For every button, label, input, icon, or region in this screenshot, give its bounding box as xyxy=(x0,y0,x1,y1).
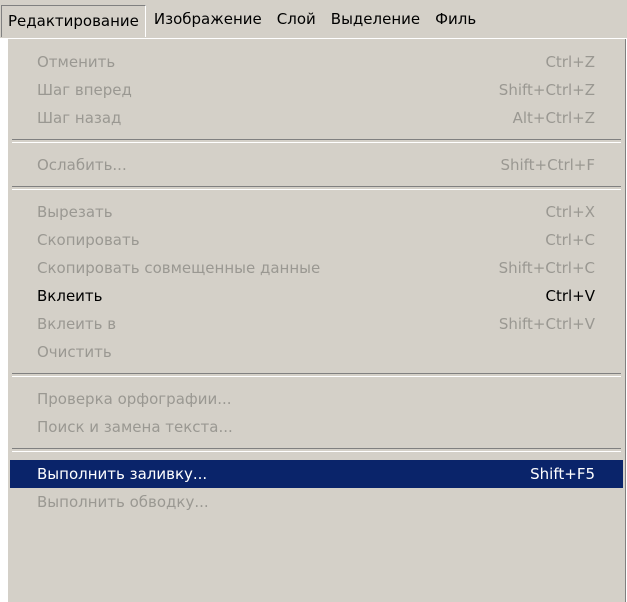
menu-item-shortcut: Ctrl+C xyxy=(545,231,595,249)
menu-item-shortcut: Ctrl+X xyxy=(545,203,595,221)
menu-item-label: Шаг назад xyxy=(37,109,122,127)
menu-item-copy[interactable]: Скопировать Ctrl+C xyxy=(10,226,623,254)
menu-separator xyxy=(12,448,621,452)
menu-item-shortcut: Shift+Ctrl+Z xyxy=(498,81,595,99)
edit-dropdown-menu: Отменить Ctrl+Z Шаг вперед Shift+Ctrl+Z … xyxy=(7,39,626,602)
menu-item-shortcut: Alt+Ctrl+Z xyxy=(512,109,595,127)
menu-item-copy-merged[interactable]: Скопировать совмещенные данные Shift+Ctr… xyxy=(10,254,623,282)
menu-item-label: Проверка орфографии... xyxy=(37,390,232,408)
menu-item-shortcut: Shift+F5 xyxy=(530,465,595,483)
menubar-item-filter[interactable]: Филь xyxy=(428,4,483,34)
menu-item-find-replace[interactable]: Поиск и замена текста... xyxy=(10,413,623,441)
menu-item-label: Выполнить обводку... xyxy=(37,493,209,511)
menu-item-shortcut: Shift+Ctrl+V xyxy=(498,315,595,333)
menu-item-step-forward[interactable]: Шаг вперед Shift+Ctrl+Z xyxy=(10,76,623,104)
menu-item-spell-check[interactable]: Проверка орфографии... xyxy=(10,385,623,413)
menu-item-label: Вырезать xyxy=(37,203,113,221)
menu-item-cut[interactable]: Вырезать Ctrl+X xyxy=(10,198,623,226)
menu-item-paste[interactable]: Вклеить Ctrl+V xyxy=(10,282,623,310)
menubar-item-edit[interactable]: Редактирование xyxy=(1,5,146,37)
menu-item-label: Вклеить в xyxy=(37,315,117,333)
menu-item-label: Выполнить заливку... xyxy=(37,465,208,483)
menu-item-label: Очистить xyxy=(37,343,112,361)
menu-bar: Редактирование Изображение Слой Выделени… xyxy=(0,0,627,39)
menu-item-paste-into[interactable]: Вклеить в Shift+Ctrl+V xyxy=(10,310,623,338)
menu-item-label: Скопировать xyxy=(37,231,140,249)
menubar-item-select[interactable]: Выделение xyxy=(324,4,427,34)
menu-item-fade[interactable]: Ослабить... Shift+Ctrl+F xyxy=(10,151,623,179)
menu-separator xyxy=(12,373,621,377)
menu-item-shortcut: Shift+Ctrl+F xyxy=(500,156,595,174)
menu-separator xyxy=(12,139,621,143)
menu-item-label: Вклеить xyxy=(37,287,103,305)
menubar-item-layer[interactable]: Слой xyxy=(270,4,323,34)
menu-item-label: Поиск и замена текста... xyxy=(37,418,233,436)
menu-item-shortcut: Ctrl+Z xyxy=(545,53,595,71)
menubar-item-image[interactable]: Изображение xyxy=(147,4,269,34)
menu-item-step-backward[interactable]: Шаг назад Alt+Ctrl+Z xyxy=(10,104,623,132)
menu-item-clear[interactable]: Очистить xyxy=(10,338,623,366)
menu-item-undo[interactable]: Отменить Ctrl+Z xyxy=(10,48,623,76)
menu-item-label: Отменить xyxy=(37,53,116,71)
menu-separator xyxy=(12,186,621,190)
menu-item-label: Ослабить... xyxy=(37,156,127,174)
menu-item-stroke[interactable]: Выполнить обводку... xyxy=(10,488,623,516)
menu-item-fill[interactable]: Выполнить заливку... Shift+F5 xyxy=(10,460,623,488)
menu-item-label: Шаг вперед xyxy=(37,81,132,99)
menu-item-shortcut: Ctrl+V xyxy=(545,287,595,305)
menu-item-shortcut: Shift+Ctrl+C xyxy=(498,259,595,277)
menu-item-label: Скопировать совмещенные данные xyxy=(37,259,321,277)
